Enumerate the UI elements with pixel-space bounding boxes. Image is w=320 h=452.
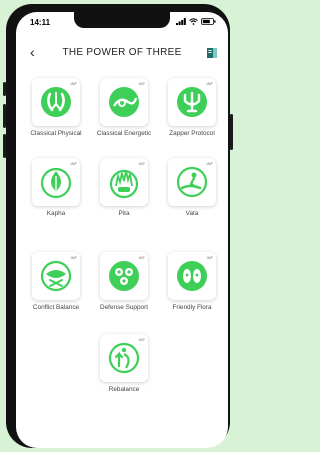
page-title: THE POWER OF THREE: [62, 47, 182, 58]
organs-icon: [41, 87, 71, 117]
tile-classical-physical[interactable]: INF: [32, 78, 80, 126]
tile-label-kapha: Kapha: [46, 210, 66, 217]
tile-conflict-balance[interactable]: INF: [32, 252, 80, 300]
tile-label-pita: Pita: [118, 210, 130, 217]
phone-volume-up: [3, 104, 6, 128]
tile-label-zapper-protocol: Zapper Protocol: [169, 130, 215, 137]
wifi-icon: [189, 18, 198, 27]
notch: [74, 12, 170, 28]
wind-figure-icon: [176, 166, 208, 198]
tile-zapper-protocol[interactable]: INF: [168, 78, 216, 126]
phone-power-button: [230, 114, 233, 150]
phone-frame: 14:11 ‹ THE POWER OF THREE INF Classical…: [3, 4, 233, 448]
tile-label-friendly-flora: Friendly Flora: [172, 304, 212, 311]
tile-label-rebalance: Rebalance: [108, 386, 140, 393]
rebalance-icon: [108, 342, 140, 374]
app-screen: 14:11 ‹ THE POWER OF THREE INF Classical…: [16, 12, 228, 448]
flame-icon: [109, 169, 139, 199]
tile-rebalance[interactable]: INF: [100, 334, 148, 382]
trident-icon: [177, 87, 207, 117]
battery-icon: [201, 18, 216, 27]
tile-kapha[interactable]: INF: [32, 158, 80, 206]
phone-mute-switch: [3, 82, 6, 96]
conflict-icon: [40, 260, 72, 292]
flora-icon: [177, 261, 207, 291]
tile-vata[interactable]: INF: [168, 158, 216, 206]
leaf-icon: [40, 167, 72, 199]
phone-volume-down: [3, 134, 6, 158]
menu-book-icon[interactable]: [206, 46, 218, 58]
cells-icon: [109, 261, 139, 291]
tile-pita[interactable]: INF: [100, 158, 148, 206]
tile-label-defense-support: Defense Support: [100, 304, 148, 311]
tile-defense-support[interactable]: INF: [100, 252, 148, 300]
tile-classical-energetic[interactable]: INF: [100, 78, 148, 126]
status-bar: 14:11: [16, 12, 228, 32]
header: ‹ THE POWER OF THREE: [16, 42, 228, 66]
tile-label-classical-physical: Classical Physical: [30, 130, 82, 137]
tile-label-vata: Vata: [185, 210, 199, 217]
energy-flow-icon: [109, 87, 139, 117]
tile-label-conflict-balance: Conflict Balance: [32, 304, 80, 311]
status-time: 14:11: [30, 18, 51, 27]
tile-friendly-flora[interactable]: INF: [168, 252, 216, 300]
tile-label-classical-energetic: Classical Energetic: [96, 130, 152, 137]
signal-icon: [176, 18, 186, 27]
